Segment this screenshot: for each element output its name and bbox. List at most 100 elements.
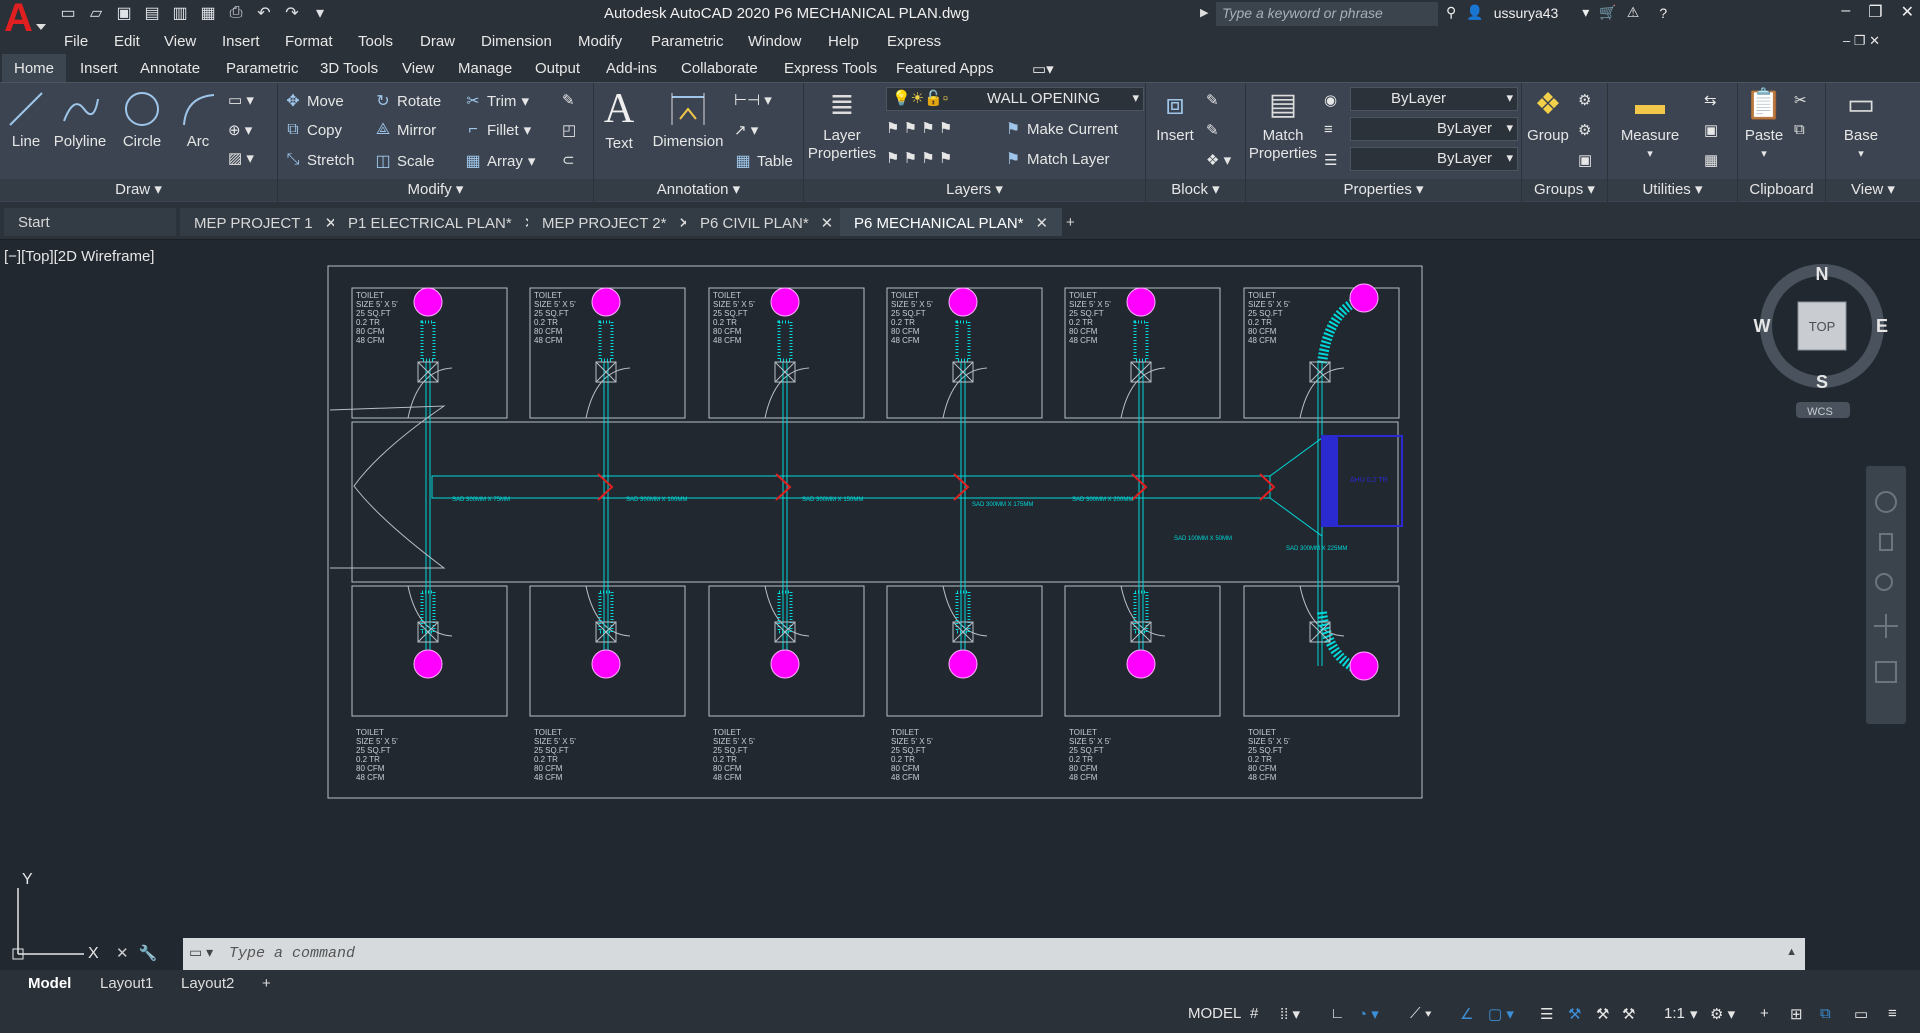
customization-icon[interactable]: ≡ [1888,1005,1897,1022]
group-edit-icon[interactable]: ⚙ [1578,121,1591,139]
file-tab-mep-project-1[interactable]: MEP PROJECT 1 ✕ [180,208,352,236]
tab-express-tools[interactable]: Express Tools [784,60,877,77]
polyline-button[interactable]: Polyline [52,89,108,150]
open-file-icon[interactable]: ▱ [86,3,106,23]
lineweight-icon[interactable]: ☰ [1324,151,1337,169]
isodraft-icon[interactable]: ⟋ ▾ [1410,1005,1432,1022]
search-input[interactable]: Type a keyword or phrase [1216,2,1438,26]
edit-block-icon[interactable]: ✎ [1206,121,1219,139]
snap-icon[interactable]: ⁞⁞ ▾ [1280,1005,1300,1023]
menu-insert[interactable]: Insert [222,33,260,50]
menu-format[interactable]: Format [285,33,333,50]
chevron-down-icon[interactable]: ▾ [1582,4,1589,21]
ribbon-options-icon[interactable]: ▭▾ [1032,60,1054,78]
hatch-icon[interactable]: ⊕ ▾ [228,121,252,139]
layout-tab-layout2[interactable]: Layout2 [181,975,234,992]
dimension-button[interactable]: Dimension [650,89,726,150]
file-tab-mep-project-2[interactable]: MEP PROJECT 2* ✕ [528,208,706,236]
polar-tracking-icon[interactable]: ◔ ▾ [1358,1005,1379,1023]
layers-panel-title[interactable]: Layers ▾ [804,179,1145,201]
navigation-bar[interactable] [1866,466,1906,724]
save-web-icon[interactable]: ▦ [198,3,218,23]
menu-help[interactable]: Help [828,33,859,50]
tab-output[interactable]: Output [535,60,580,77]
layer-tools-icons[interactable]: ⚑ ⚑ ⚑ ⚑ [886,119,952,137]
open-web-icon[interactable]: ▥ [170,3,190,23]
cut-icon[interactable]: ✂ [1794,91,1807,109]
menu-draw[interactable]: Draw [420,33,455,50]
stretch-button[interactable]: ⤡ Stretch [284,151,355,169]
make-current-button[interactable]: ⚑ Make Current [1004,119,1118,139]
menu-file[interactable]: File [64,33,88,50]
mirror-button[interactable]: ⟁ Mirror [374,121,436,139]
group-button[interactable]: ❖ Group [1524,87,1572,144]
insert-block-button[interactable]: ⧈ Insert [1150,87,1200,144]
add-layout-button[interactable]: + [262,975,271,992]
object-snap-tracking-icon[interactable]: ∠ [1460,1005,1473,1023]
color-wheel-icon[interactable]: ◉ [1324,91,1337,109]
properties-panel-title[interactable]: Properties ▾ [1246,179,1521,201]
file-tab-p6-mechanical[interactable]: P6 MECHANICAL PLAN* ✕ [840,208,1063,236]
utilities-panel-title[interactable]: Utilities ▾ [1608,179,1737,201]
explode-icon[interactable]: ◰ [562,121,576,139]
tab-view[interactable]: View [402,60,434,77]
trim-button[interactable]: ✂ Trim ▾ [464,91,529,111]
tab-manage[interactable]: Manage [458,60,512,77]
measure-button[interactable]: ▬ Measure ▾ [1610,87,1690,161]
redo-icon[interactable]: ↷ [282,3,302,23]
linetype-dropdown[interactable]: ByLayer [1350,117,1518,141]
clean-screen-icon[interactable]: ▭ [1854,1005,1868,1023]
copy-clip-icon[interactable]: ⧉ [1794,121,1805,138]
cart-icon[interactable]: 🛒 [1599,4,1616,21]
fillet-button[interactable]: ⌐ Fillet ▾ [464,121,531,139]
command-history-icon[interactable]: ▲ [1786,946,1797,958]
wrench-icon[interactable]: 🔧 [139,944,158,962]
array-button[interactable]: ▦ Array ▾ [464,151,535,171]
application-menu-button[interactable]: A [0,0,50,42]
model-space-toggle[interactable]: MODEL [1188,1005,1241,1022]
tab-home[interactable]: Home [2,54,67,82]
tab-featured-apps[interactable]: Featured Apps [896,60,994,77]
block-panel-title[interactable]: Block ▾ [1146,179,1245,201]
close-icon[interactable]: ✕ [116,944,129,962]
qat-customize-icon[interactable]: ▾ [310,3,330,23]
groups-panel-title[interactable]: Groups ▾ [1522,179,1607,201]
new-tab-button[interactable]: + [1052,208,1089,236]
quick-select-icon[interactable]: ⇆ [1704,91,1717,109]
tab-annotate[interactable]: Annotate [140,60,200,77]
table-button[interactable]: ▦ Table [734,151,792,171]
tab-add-ins[interactable]: Add-ins [606,60,657,77]
workspace-gear-icon[interactable]: ⚙ ▾ [1710,1005,1735,1023]
line-button[interactable]: Line [6,89,46,150]
match-properties-button[interactable]: ▤ Match Properties [1248,87,1318,163]
undo-icon[interactable]: ↶ [254,3,274,23]
circle-button[interactable]: Circle [118,89,166,150]
calculator-icon[interactable]: ▦ [1704,151,1718,169]
menu-dimension[interactable]: Dimension [481,33,552,50]
scale-button[interactable]: ◫ Scale [374,151,434,171]
tab-collaborate[interactable]: Collaborate [681,60,758,77]
save-icon[interactable]: ▣ [114,3,134,23]
text-button[interactable]: A Text [600,87,638,152]
match-layer-button[interactable]: ⚑ Match Layer [1004,149,1110,169]
viewcube[interactable]: TOP N S E W WCS [1750,260,1890,420]
annotation-monitor-icon[interactable]: + [1760,1005,1769,1022]
layout-tab-model[interactable]: Model [28,975,71,992]
create-block-icon[interactable]: ✎ [1206,91,1219,109]
drawing-viewport[interactable]: [−][Top][2D Wireframe] TOILET SIZE 5' X 5… [0,240,1920,968]
save-as-icon[interactable]: ▤ [142,3,162,23]
erase-icon[interactable]: ✎ [562,91,575,109]
menu-edit[interactable]: Edit [114,33,140,50]
command-line-controls[interactable]: ✕ 🔧 [116,944,157,962]
chevron-right-icon[interactable]: ▶ [1200,6,1208,19]
minimize-icon[interactable]: – [1841,2,1850,22]
color-dropdown[interactable]: ByLayer [1350,87,1518,111]
layer-properties-button[interactable]: ≣ Layer Properties [806,87,878,163]
rotate-button[interactable]: ↻ Rotate [374,91,441,111]
menu-modify[interactable]: Modify [578,33,622,50]
view-panel-title[interactable]: View ▾ [1826,179,1920,201]
doc-minimize-icon[interactable]: – ❐ ✕ [1843,33,1880,49]
base-button[interactable]: ▭ Base ▾ [1836,87,1886,161]
help-icon[interactable]: ? [1659,5,1667,21]
new-file-icon[interactable]: ▭ [58,3,78,23]
